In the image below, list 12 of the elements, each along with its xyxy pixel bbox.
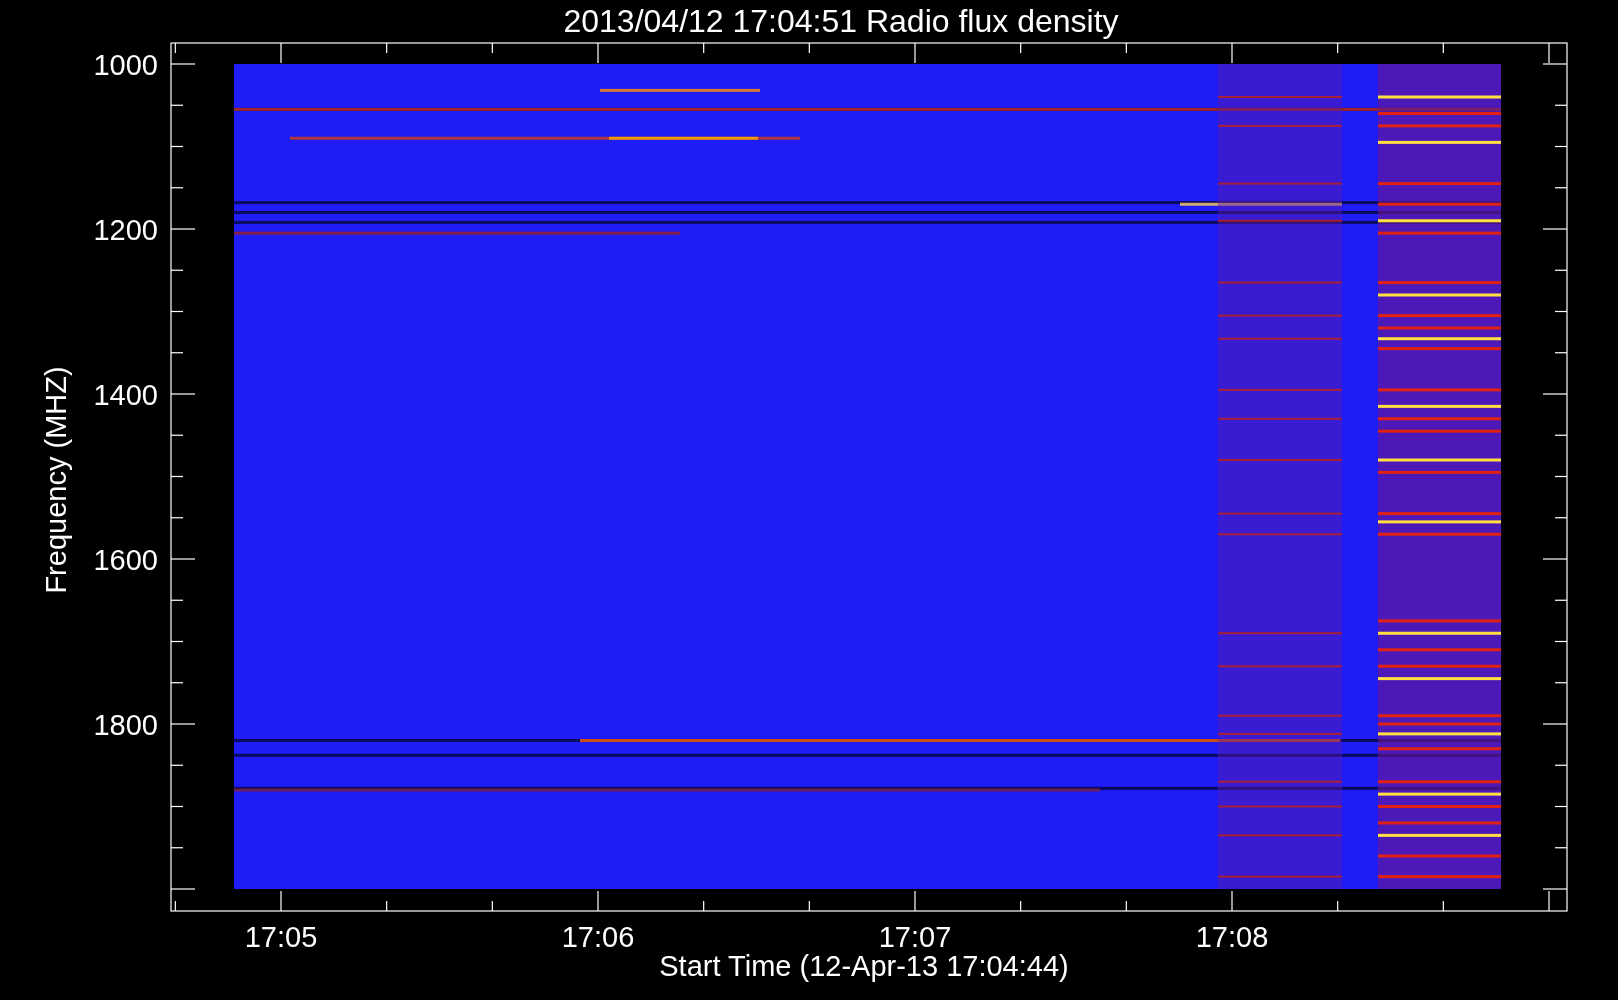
axis-tick-label: 17:07 (878, 921, 952, 953)
axis-tick-label: 1200 (93, 214, 158, 246)
axis-tick-label: 1800 (93, 709, 158, 741)
axis-tick-label: 17:06 (561, 921, 635, 953)
axis-title: Frequency (MHZ) (40, 366, 72, 594)
axis-tick-label: 1400 (93, 379, 158, 411)
axis-tick-label: 1600 (93, 544, 158, 576)
axis-tick-label: 17:05 (244, 921, 318, 953)
axis-tick-label: 17:08 (1195, 921, 1269, 953)
axis-title: Start Time (12-Apr-13 17:04:44) (659, 950, 1069, 982)
axis-tick-label: 1000 (93, 49, 158, 81)
chart-title: 2013/04/12 17:04:51 Radio flux density (563, 3, 1119, 39)
